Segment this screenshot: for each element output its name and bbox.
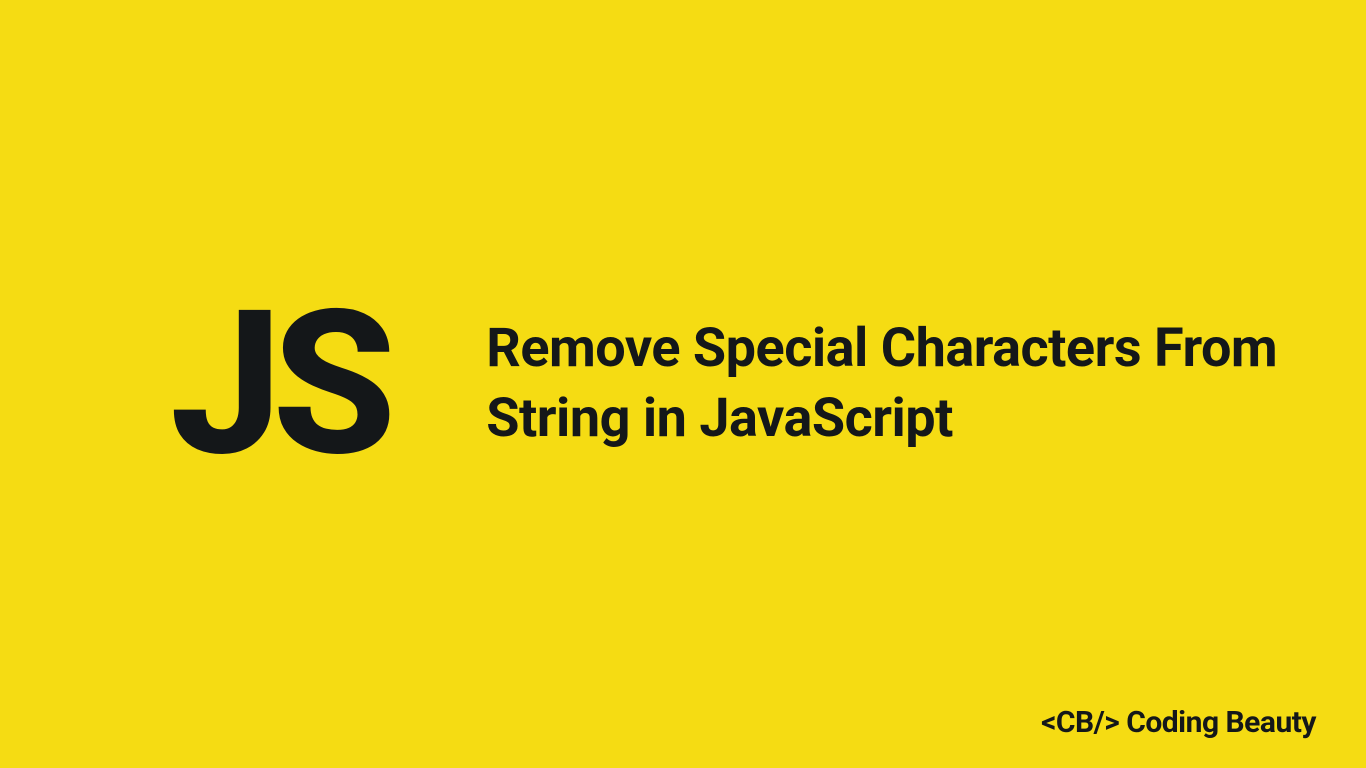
main-content: JS Remove Special Characters From String… xyxy=(170,284,1366,484)
js-logo: JS xyxy=(170,284,386,484)
page-title: Remove Special Characters From String in… xyxy=(486,314,1366,454)
footer-brand: <CB/> Coding Beauty xyxy=(1041,705,1316,740)
logo-letter-j: J xyxy=(170,284,272,484)
logo-letter-s: S xyxy=(272,284,386,484)
